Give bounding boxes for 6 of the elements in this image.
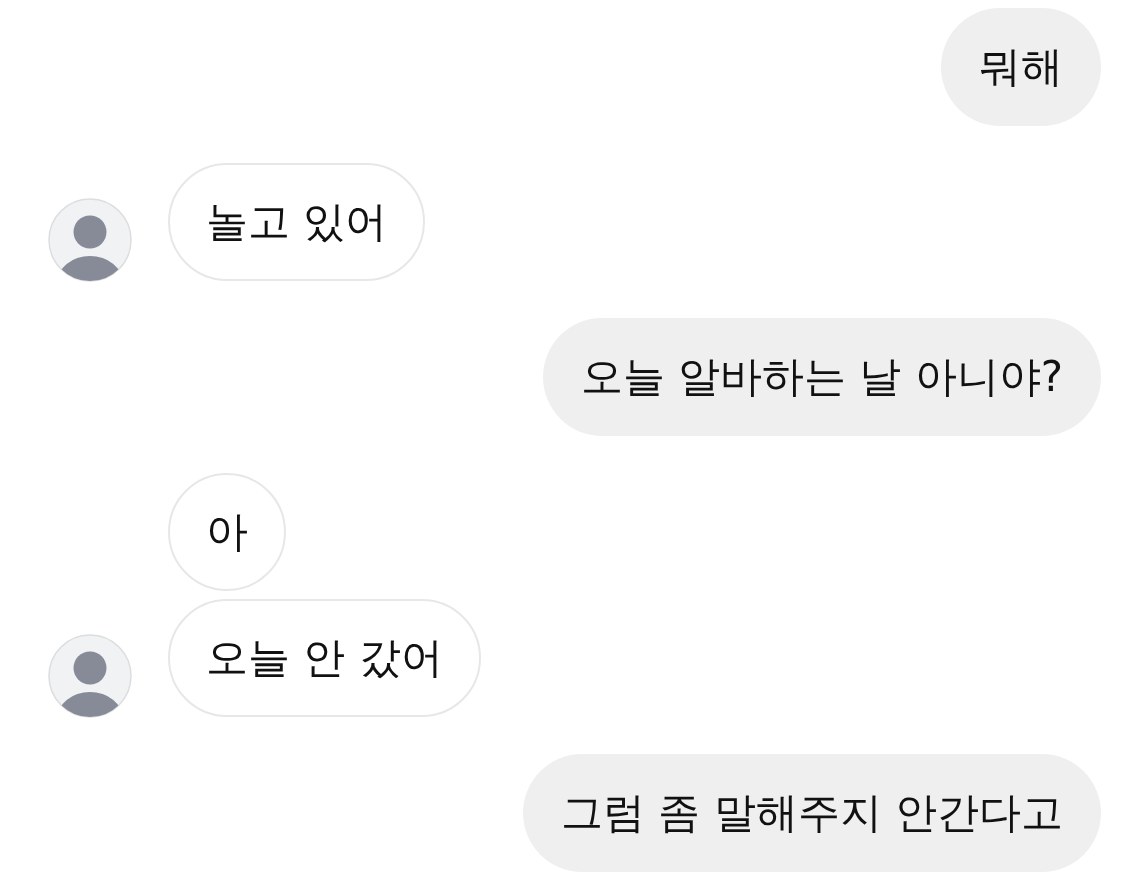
message-bubble: 오늘 알바하는 날 아니야?: [542, 318, 1101, 436]
message-bubble: 오늘 안 갔어: [168, 599, 481, 717]
message-bubble: 그럼 좀 말해주지 안간다고: [522, 754, 1101, 872]
message-bubble: 아: [168, 473, 286, 591]
message-bubble: 놀고 있어: [168, 163, 426, 281]
message-bubble: 뭐해: [941, 8, 1101, 126]
